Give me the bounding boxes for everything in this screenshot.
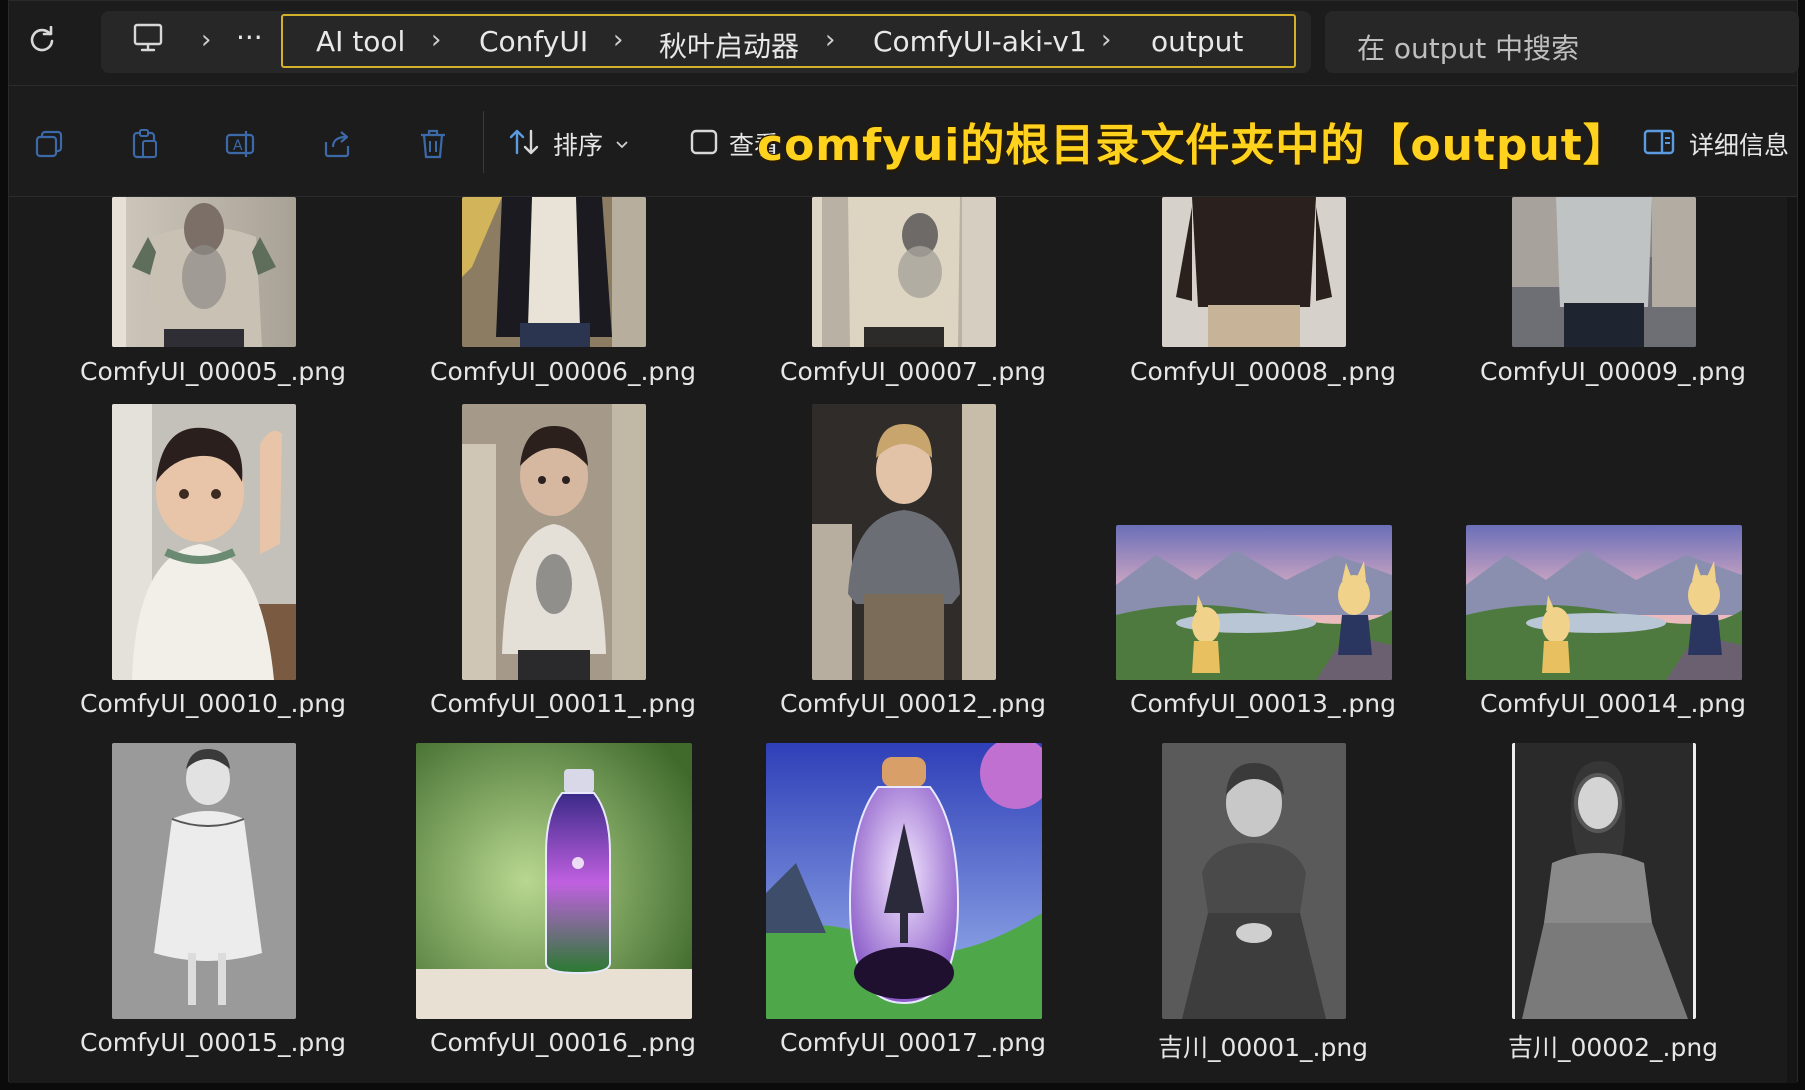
file-name: ComfyUI_00013_.png — [1130, 689, 1396, 718]
file-thumbnail — [112, 197, 296, 347]
details-button[interactable]: 详细信息 — [1643, 124, 1789, 164]
breadcrumb-separator: › — [613, 25, 624, 55]
file-name: ComfyUI_00012_.png — [780, 689, 1046, 718]
details-pane-icon — [1643, 128, 1675, 160]
file-thumbnail — [1162, 743, 1346, 1019]
file-name: 吉川_00002_.png — [1507, 1033, 1719, 1062]
file-item[interactable]: ComfyUI_00005_.png — [63, 197, 363, 387]
file-item[interactable]: ComfyUI_00016_.png — [413, 743, 713, 1073]
file-thumbnail — [112, 404, 296, 680]
file-thumbnail — [1512, 743, 1696, 1019]
file-item[interactable]: 吉川_00002_.png — [1463, 743, 1763, 1073]
file-item[interactable]: ComfyUI_00010_.png — [63, 404, 363, 724]
copy-icon[interactable] — [29, 124, 69, 164]
delete-icon[interactable] — [413, 124, 453, 164]
file-thumbnail — [812, 197, 996, 347]
breadcrumb-separator: › — [825, 25, 836, 55]
breadcrumb-overflow-button[interactable]: ··· — [236, 21, 263, 54]
file-thumbnail — [112, 743, 296, 1019]
sort-label: 排序 — [553, 131, 604, 160]
file-item[interactable]: ComfyUI_00012_.png — [763, 404, 1063, 724]
sort-icon — [507, 127, 541, 161]
breadcrumb[interactable]: › ··· AI tool › ConfyUI › 秋叶启动器 › ComfyU… — [101, 11, 1311, 73]
file-name: ComfyUI_00005_.png — [80, 357, 346, 386]
file-name: ComfyUI_00008_.png — [1130, 357, 1396, 386]
file-name: ComfyUI_00011_.png — [430, 689, 696, 718]
file-thumbnail — [1162, 197, 1346, 347]
refresh-icon — [28, 25, 56, 58]
paste-icon[interactable] — [125, 124, 165, 164]
breadcrumb-separator: › — [431, 25, 442, 55]
address-row: › ··· AI tool › ConfyUI › 秋叶启动器 › ComfyU… — [9, 1, 1799, 86]
chevron-down-icon — [615, 135, 629, 154]
file-name: ComfyUI_00010_.png — [80, 689, 346, 718]
breadcrumb-item-launcher[interactable]: 秋叶启动器 — [659, 25, 799, 65]
file-thumbnail — [416, 743, 692, 1019]
file-name: ComfyUI_00014_.png — [1480, 689, 1746, 718]
file-item[interactable]: ComfyUI_00009_.png — [1463, 197, 1763, 387]
breadcrumb-item-output[interactable]: output — [1151, 25, 1243, 58]
file-name: ComfyUI_00016_.png — [430, 1028, 696, 1057]
file-item[interactable]: ComfyUI_00014_.png — [1463, 404, 1763, 724]
refresh-button[interactable] — [21, 21, 63, 63]
file-item[interactable]: ComfyUI_00013_.png — [1113, 404, 1413, 724]
sort-button[interactable]: 排序 — [507, 124, 629, 164]
share-icon[interactable] — [317, 124, 357, 164]
file-name: ComfyUI_00007_.png — [780, 357, 1046, 386]
breadcrumb-item-confyui[interactable]: ConfyUI — [479, 25, 588, 58]
breadcrumb-item-ai-tool[interactable]: AI tool — [316, 25, 405, 58]
file-item[interactable]: ComfyUI_00011_.png — [413, 404, 713, 724]
breadcrumb-separator: › — [201, 25, 212, 55]
svg-text:A: A — [233, 138, 243, 154]
file-grid: ComfyUI_00005_.png ComfyUI_00006_.png Co… — [9, 197, 1797, 1083]
breadcrumb-separator: › — [1101, 25, 1112, 55]
search-input[interactable]: 在 output 中搜索 — [1325, 11, 1799, 73]
scrollbar[interactable] — [1787, 197, 1797, 1083]
file-item[interactable]: ComfyUI_00015_.png — [63, 743, 363, 1073]
file-explorer-window: › ··· AI tool › ConfyUI › 秋叶启动器 › ComfyU… — [8, 0, 1799, 1083]
file-name: ComfyUI_00006_.png — [430, 357, 696, 386]
toolbar-divider — [483, 111, 484, 173]
file-name: ComfyUI_00015_.png — [80, 1028, 346, 1057]
file-thumbnail — [1466, 525, 1742, 680]
view-icon — [689, 127, 719, 161]
file-item[interactable]: ComfyUI_00007_.png — [763, 197, 1063, 387]
overlay-caption: comfyui的根目录文件夹中的【output】 — [757, 120, 1628, 171]
breadcrumb-item-comfyui-aki[interactable]: ComfyUI-aki-v1 — [873, 25, 1087, 58]
file-name: ComfyUI_00009_.png — [1480, 357, 1746, 386]
file-item[interactable]: 吉川_00001_.png — [1113, 743, 1413, 1073]
file-name: 吉川_00001_.png — [1157, 1033, 1369, 1062]
file-item[interactable]: ComfyUI_00008_.png — [1113, 197, 1413, 387]
details-label: 详细信息 — [1689, 131, 1790, 160]
file-item[interactable]: ComfyUI_00006_.png — [413, 197, 713, 387]
file-name: ComfyUI_00017_.png — [780, 1028, 1046, 1057]
file-thumbnail — [1512, 197, 1696, 347]
file-thumbnail — [462, 197, 646, 347]
file-thumbnail — [462, 404, 646, 680]
file-thumbnail — [766, 743, 1042, 1019]
search-placeholder: 在 output 中搜索 — [1357, 32, 1580, 65]
file-item[interactable]: ComfyUI_00017_.png — [763, 743, 1063, 1073]
computer-icon[interactable] — [131, 21, 165, 59]
file-thumbnail — [1116, 525, 1392, 680]
rename-icon[interactable]: A — [221, 124, 261, 164]
file-thumbnail — [812, 404, 996, 680]
